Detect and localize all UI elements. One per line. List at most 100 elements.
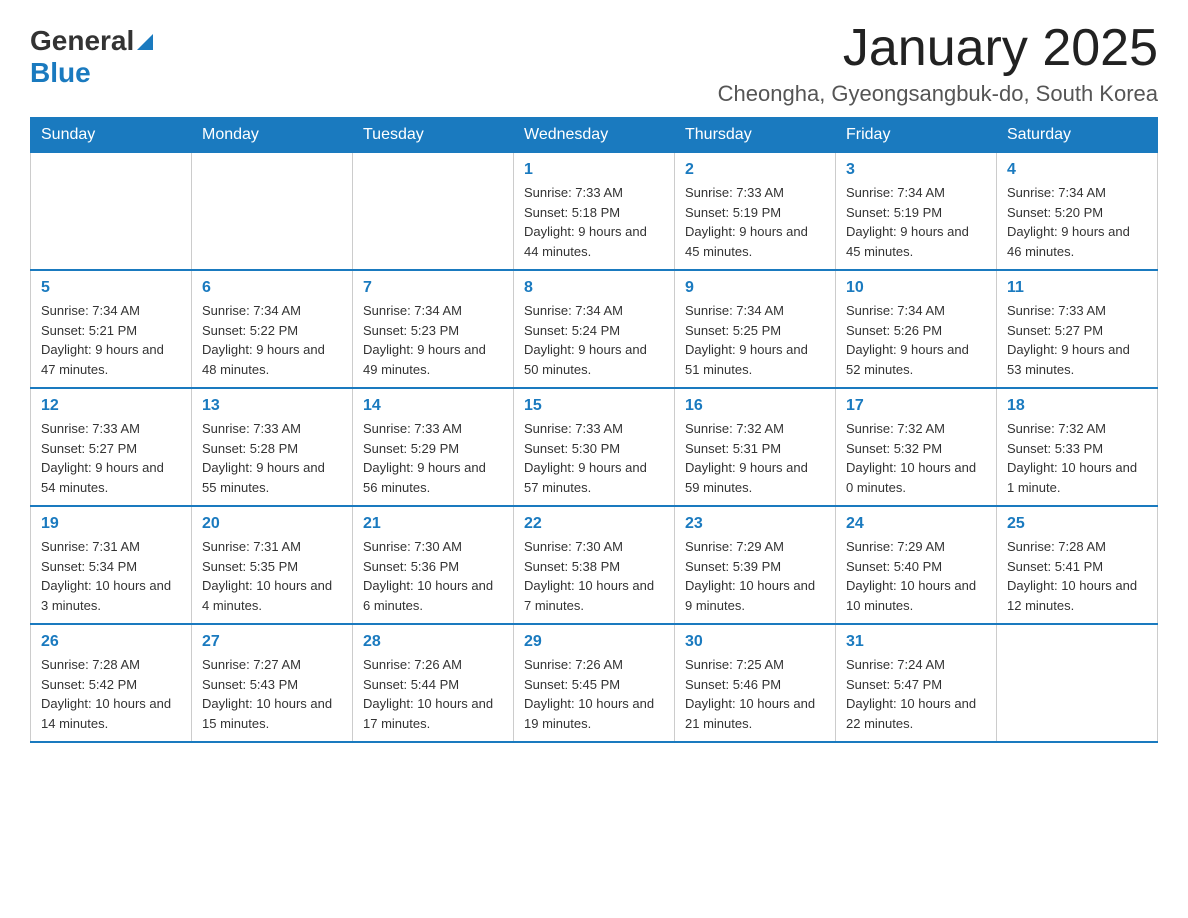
day-info: Sunrise: 7:32 AM Sunset: 5:33 PM Dayligh… <box>1007 419 1147 497</box>
weekday-header-wednesday: Wednesday <box>514 118 675 153</box>
day-info: Sunrise: 7:30 AM Sunset: 5:38 PM Dayligh… <box>524 537 664 615</box>
calendar-week-4: 19 Sunrise: 7:31 AM Sunset: 5:34 PM Dayli… <box>31 506 1158 624</box>
calendar-cell: 1 Sunrise: 7:33 AM Sunset: 5:18 PM Daylig… <box>514 153 675 271</box>
day-info: Sunrise: 7:25 AM Sunset: 5:46 PM Dayligh… <box>685 655 825 733</box>
day-number: 23 <box>685 515 825 533</box>
day-number: 1 <box>524 161 664 179</box>
page-subtitle: Cheongha, Gyeongsangbuk-do, South Korea <box>718 81 1158 107</box>
calendar-cell: 26Sunrise: 7:28 AM Sunset: 5:42 PM Dayli… <box>31 624 192 742</box>
day-number: 14 <box>363 397 503 415</box>
calendar-cell: 12 Sunrise: 7:33 AM Sunset: 5:27 PM Dayli… <box>31 388 192 506</box>
day-number: 2 <box>685 161 825 179</box>
logo-general-text: General <box>30 25 134 57</box>
day-info: Sunrise: 7:33 AM Sunset: 5:18 PM Dayligh… <box>524 183 664 261</box>
calendar-cell: 31 Sunrise: 7:24 AM Sunset: 5:47 PM Dayli… <box>836 624 997 742</box>
day-info: Sunrise: 7:26 AM Sunset: 5:45 PM Dayligh… <box>524 655 664 733</box>
day-info: Sunrise: 7:34 AM Sunset: 5:24 PM Dayligh… <box>524 301 664 379</box>
calendar-table: SundayMondayTuesdayWednesdayThursdayFrid… <box>30 117 1158 743</box>
day-info: Sunrise: 7:33 AM Sunset: 5:28 PM Dayligh… <box>202 419 342 497</box>
day-info: Sunrise: 7:34 AM Sunset: 5:21 PM Dayligh… <box>41 301 181 379</box>
weekday-header-saturday: Saturday <box>997 118 1158 153</box>
day-number: 8 <box>524 279 664 297</box>
day-number: 29 <box>524 633 664 651</box>
calendar-cell: 13 Sunrise: 7:33 AM Sunset: 5:28 PM Dayli… <box>192 388 353 506</box>
day-number: 12 <box>41 397 181 415</box>
calendar-cell: 16 Sunrise: 7:32 AM Sunset: 5:31 PM Dayli… <box>675 388 836 506</box>
day-info: Sunrise: 7:27 AM Sunset: 5:43 PM Dayligh… <box>202 655 342 733</box>
calendar-week-5: 26Sunrise: 7:28 AM Sunset: 5:42 PM Dayli… <box>31 624 1158 742</box>
day-number: 9 <box>685 279 825 297</box>
page-header: General Blue January 2025 Cheongha, Gyeo… <box>30 20 1158 107</box>
calendar-cell: 15 Sunrise: 7:33 AM Sunset: 5:30 PM Dayli… <box>514 388 675 506</box>
day-info: Sunrise: 7:31 AM Sunset: 5:34 PM Dayligh… <box>41 537 181 615</box>
calendar-week-3: 12 Sunrise: 7:33 AM Sunset: 5:27 PM Dayli… <box>31 388 1158 506</box>
calendar-cell: 20 Sunrise: 7:31 AM Sunset: 5:35 PM Dayli… <box>192 506 353 624</box>
day-info: Sunrise: 7:32 AM Sunset: 5:32 PM Dayligh… <box>846 419 986 497</box>
day-number: 20 <box>202 515 342 533</box>
weekday-header-tuesday: Tuesday <box>353 118 514 153</box>
weekday-header-sunday: Sunday <box>31 118 192 153</box>
calendar-cell: 21Sunrise: 7:30 AM Sunset: 5:36 PM Dayli… <box>353 506 514 624</box>
calendar-cell: 9 Sunrise: 7:34 AM Sunset: 5:25 PM Daylig… <box>675 270 836 388</box>
calendar-header-row: SundayMondayTuesdayWednesdayThursdayFrid… <box>31 118 1158 153</box>
day-number: 27 <box>202 633 342 651</box>
calendar-cell: 3Sunrise: 7:34 AM Sunset: 5:19 PM Daylig… <box>836 153 997 271</box>
calendar-cell <box>353 153 514 271</box>
day-info: Sunrise: 7:32 AM Sunset: 5:31 PM Dayligh… <box>685 419 825 497</box>
calendar-cell: 10 Sunrise: 7:34 AM Sunset: 5:26 PM Dayli… <box>836 270 997 388</box>
calendar-cell: 22Sunrise: 7:30 AM Sunset: 5:38 PM Dayli… <box>514 506 675 624</box>
day-info: Sunrise: 7:33 AM Sunset: 5:27 PM Dayligh… <box>41 419 181 497</box>
day-number: 21 <box>363 515 503 533</box>
calendar-cell: 19 Sunrise: 7:31 AM Sunset: 5:34 PM Dayli… <box>31 506 192 624</box>
day-info: Sunrise: 7:31 AM Sunset: 5:35 PM Dayligh… <box>202 537 342 615</box>
day-number: 4 <box>1007 161 1147 179</box>
weekday-header-thursday: Thursday <box>675 118 836 153</box>
page-title: January 2025 <box>718 20 1158 77</box>
calendar-cell: 11 Sunrise: 7:33 AM Sunset: 5:27 PM Dayli… <box>997 270 1158 388</box>
day-info: Sunrise: 7:33 AM Sunset: 5:30 PM Dayligh… <box>524 419 664 497</box>
calendar-cell: 24 Sunrise: 7:29 AM Sunset: 5:40 PM Dayli… <box>836 506 997 624</box>
day-number: 24 <box>846 515 986 533</box>
day-info: Sunrise: 7:24 AM Sunset: 5:47 PM Dayligh… <box>846 655 986 733</box>
day-number: 16 <box>685 397 825 415</box>
calendar-cell <box>31 153 192 271</box>
calendar-week-1: 1 Sunrise: 7:33 AM Sunset: 5:18 PM Daylig… <box>31 153 1158 271</box>
day-number: 13 <box>202 397 342 415</box>
day-info: Sunrise: 7:33 AM Sunset: 5:19 PM Dayligh… <box>685 183 825 261</box>
day-info: Sunrise: 7:33 AM Sunset: 5:27 PM Dayligh… <box>1007 301 1147 379</box>
day-number: 18 <box>1007 397 1147 415</box>
day-info: Sunrise: 7:34 AM Sunset: 5:22 PM Dayligh… <box>202 301 342 379</box>
title-area: January 2025 Cheongha, Gyeongsangbuk-do,… <box>718 20 1158 107</box>
day-number: 10 <box>846 279 986 297</box>
calendar-cell: 7 Sunrise: 7:34 AM Sunset: 5:23 PM Daylig… <box>353 270 514 388</box>
day-info: Sunrise: 7:28 AM Sunset: 5:42 PM Dayligh… <box>41 655 181 733</box>
day-number: 5 <box>41 279 181 297</box>
day-number: 7 <box>363 279 503 297</box>
day-info: Sunrise: 7:33 AM Sunset: 5:29 PM Dayligh… <box>363 419 503 497</box>
calendar-cell: 8 Sunrise: 7:34 AM Sunset: 5:24 PM Daylig… <box>514 270 675 388</box>
calendar-cell: 29 Sunrise: 7:26 AM Sunset: 5:45 PM Dayli… <box>514 624 675 742</box>
day-info: Sunrise: 7:34 AM Sunset: 5:19 PM Dayligh… <box>846 183 986 261</box>
day-number: 31 <box>846 633 986 651</box>
day-number: 19 <box>41 515 181 533</box>
day-number: 25 <box>1007 515 1147 533</box>
calendar-cell <box>192 153 353 271</box>
calendar-cell: 18 Sunrise: 7:32 AM Sunset: 5:33 PM Dayli… <box>997 388 1158 506</box>
calendar-cell: 14 Sunrise: 7:33 AM Sunset: 5:29 PM Dayli… <box>353 388 514 506</box>
day-number: 11 <box>1007 279 1147 297</box>
calendar-cell: 17Sunrise: 7:32 AM Sunset: 5:32 PM Dayli… <box>836 388 997 506</box>
day-info: Sunrise: 7:29 AM Sunset: 5:40 PM Dayligh… <box>846 537 986 615</box>
calendar-cell: 4 Sunrise: 7:34 AM Sunset: 5:20 PM Daylig… <box>997 153 1158 271</box>
day-info: Sunrise: 7:28 AM Sunset: 5:41 PM Dayligh… <box>1007 537 1147 615</box>
logo-triangle-icon <box>137 30 153 55</box>
weekday-header-monday: Monday <box>192 118 353 153</box>
day-info: Sunrise: 7:34 AM Sunset: 5:20 PM Dayligh… <box>1007 183 1147 261</box>
day-info: Sunrise: 7:26 AM Sunset: 5:44 PM Dayligh… <box>363 655 503 733</box>
logo: General Blue <box>30 20 153 89</box>
calendar-cell: 28Sunrise: 7:26 AM Sunset: 5:44 PM Dayli… <box>353 624 514 742</box>
day-info: Sunrise: 7:34 AM Sunset: 5:23 PM Dayligh… <box>363 301 503 379</box>
day-number: 15 <box>524 397 664 415</box>
day-info: Sunrise: 7:34 AM Sunset: 5:26 PM Dayligh… <box>846 301 986 379</box>
day-info: Sunrise: 7:34 AM Sunset: 5:25 PM Dayligh… <box>685 301 825 379</box>
calendar-cell: 6Sunrise: 7:34 AM Sunset: 5:22 PM Daylig… <box>192 270 353 388</box>
